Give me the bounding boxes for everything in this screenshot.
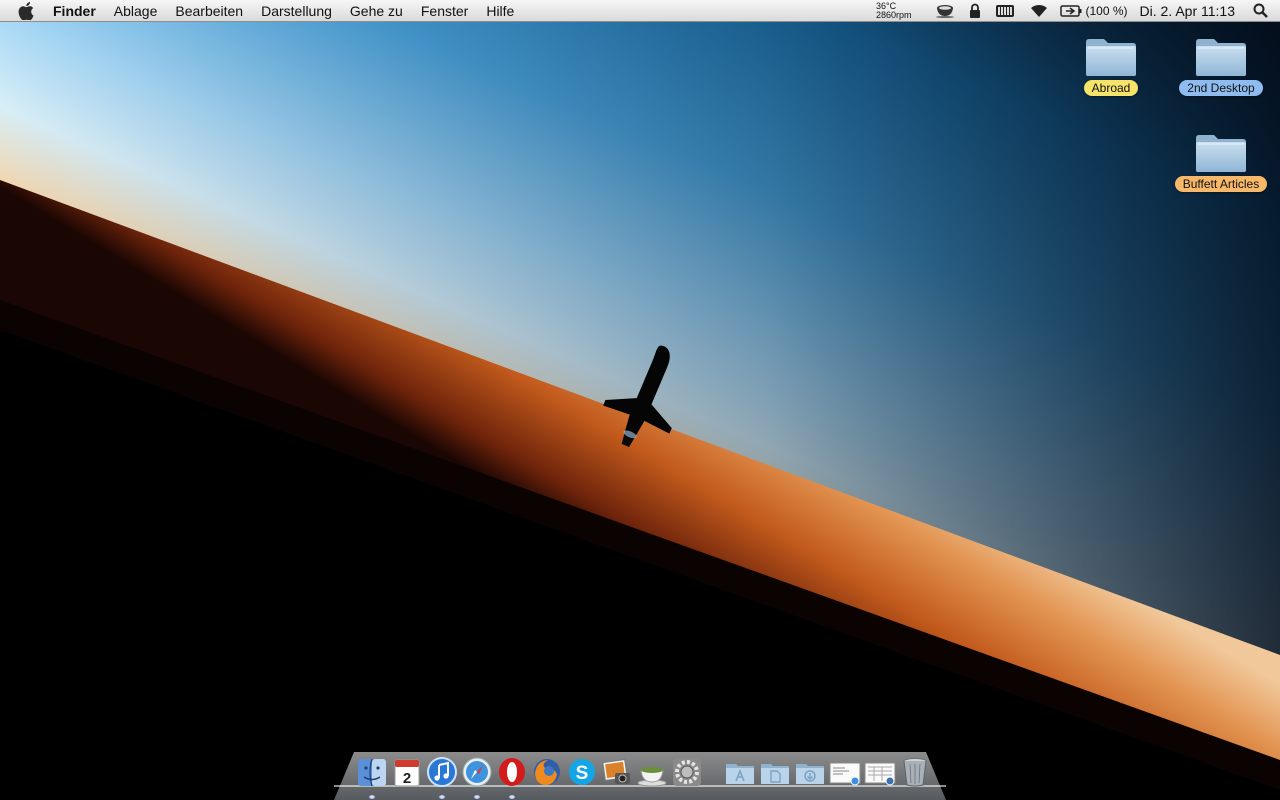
folder-icon (1084, 34, 1138, 78)
dock-trash[interactable] (899, 756, 931, 790)
dock-safari[interactable] (461, 756, 493, 799)
finder-icon (357, 758, 386, 787)
menu-ablage[interactable]: Ablage (105, 0, 167, 22)
firefox-icon (533, 759, 560, 785)
battery-icon (1059, 4, 1081, 17)
safari-icon (462, 757, 491, 787)
itunes-icon (426, 757, 457, 787)
downloads-folder-icon (795, 764, 824, 784)
folder-icon (1194, 130, 1248, 174)
coffee-cup-icon (637, 767, 666, 787)
battery-percent: (100 %) (1085, 3, 1128, 18)
desktop-wallpaper (0, 0, 1280, 800)
dock-firefox[interactable] (531, 756, 563, 790)
running-indicator (368, 795, 375, 799)
desktop-folder-buffett-articles[interactable]: Buffett Articles (1166, 130, 1276, 192)
running-indicator (508, 795, 515, 799)
dock-system-preferences[interactable] (671, 756, 703, 790)
coffee-cup-icon[interactable] (935, 0, 955, 22)
folder-label: 2nd Desktop (1179, 80, 1263, 96)
dock-stack-downloads[interactable] (794, 756, 826, 790)
menu-clock[interactable]: Di. 2. Apr 11:13 (1140, 3, 1235, 19)
dock-iphoto[interactable] (601, 756, 633, 790)
svg-text:S: S (575, 763, 588, 784)
calendar-icon: 2 (394, 759, 419, 787)
keyboard-icon[interactable] (995, 0, 1015, 22)
folder-label: Buffett Articles (1174, 176, 1268, 192)
menu-app-finder[interactable]: Finder (51, 0, 105, 22)
battery-status[interactable]: (100 %) (1059, 3, 1128, 18)
dock-stack-preview[interactable] (864, 756, 896, 790)
menu-hilfe[interactable]: Hilfe (477, 0, 523, 22)
dock-itunes[interactable] (426, 756, 458, 799)
opera-icon (498, 758, 525, 786)
fan-speed-value: 2860rpm (875, 9, 912, 20)
dock-finder[interactable] (356, 756, 388, 799)
spotlight-icon[interactable] (1253, 3, 1268, 18)
dock-separator (706, 756, 720, 790)
running-indicator (473, 795, 480, 799)
menu-bar: Finder Ablage Bearbeiten Darstellung Geh… (0, 0, 1280, 22)
apple-menu-icon[interactable] (18, 1, 36, 20)
calendar-day: 2 (402, 770, 410, 787)
dock-opera[interactable] (496, 756, 528, 799)
desktop-folder-2nd-desktop[interactable]: 2nd Desktop (1166, 34, 1276, 96)
applications-folder-icon (725, 764, 754, 784)
dock-caffeine[interactable] (636, 756, 668, 790)
folder-icon (1194, 34, 1248, 78)
trash-icon (903, 758, 926, 787)
documents-folder-icon (760, 764, 789, 784)
dock-stack-applications[interactable] (724, 756, 756, 790)
temperature-monitor[interactable]: 36°C 2860rpm (875, 1, 912, 20)
system-preferences-icon (672, 758, 701, 786)
dock-skype[interactable]: S (566, 756, 598, 790)
desktop-folder-abroad[interactable]: Abroad (1056, 34, 1166, 96)
skype-icon: S (568, 759, 595, 785)
mail-document-icon (829, 762, 860, 786)
running-indicator (438, 795, 445, 799)
iphoto-icon (601, 758, 630, 784)
menu-darstellung[interactable]: Darstellung (252, 0, 341, 22)
folder-label: Abroad (1083, 80, 1139, 96)
lock-icon[interactable] (969, 0, 981, 22)
menu-fenster[interactable]: Fenster (412, 0, 477, 22)
wifi-icon[interactable] (1029, 0, 1049, 22)
dock-stack-mail[interactable] (829, 756, 861, 790)
dock-stack-documents[interactable] (759, 756, 791, 790)
dock-ical[interactable]: 2 (391, 756, 423, 790)
menu-gehe-zu[interactable]: Gehe zu (341, 0, 412, 22)
dock: 2 S (354, 752, 932, 799)
preview-document-icon (864, 762, 895, 786)
menu-bearbeiten[interactable]: Bearbeiten (166, 0, 252, 22)
